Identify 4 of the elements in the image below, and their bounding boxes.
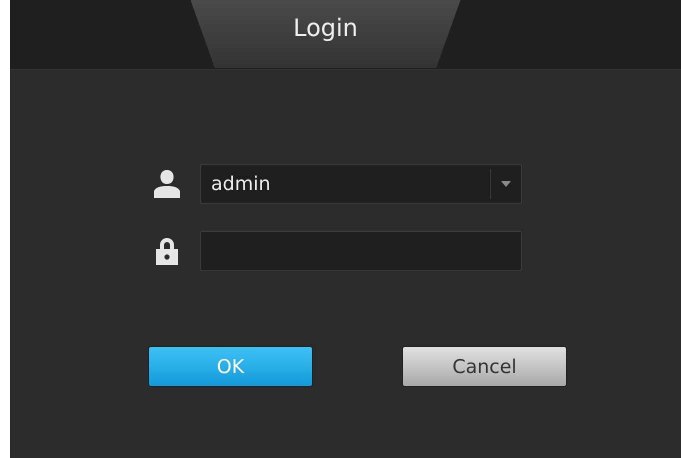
username-dropdown[interactable]: admin — [200, 164, 522, 204]
password-field[interactable] — [200, 231, 522, 271]
cancel-button[interactable]: Cancel — [402, 346, 567, 387]
caret-icon — [501, 181, 511, 187]
